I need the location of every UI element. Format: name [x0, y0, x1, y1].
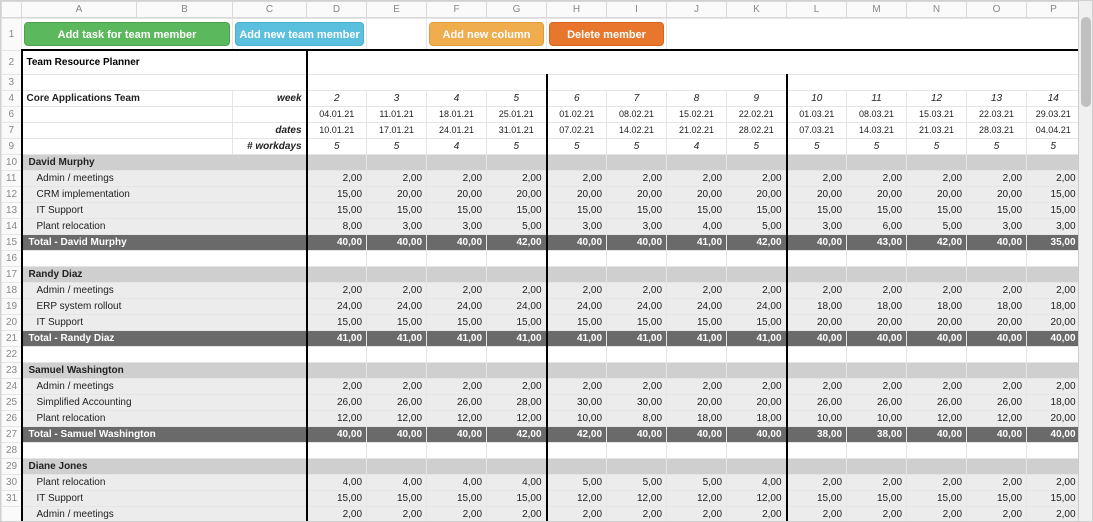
member-total-label: Total - Randy Diaz: [22, 330, 307, 346]
row-header[interactable]: 22: [2, 346, 22, 362]
row-header[interactable]: 3: [2, 74, 22, 90]
row-header[interactable]: 12: [2, 186, 22, 202]
row-header[interactable]: 11: [2, 170, 22, 186]
task-label[interactable]: Plant relocation: [22, 218, 307, 234]
row-header[interactable]: 2: [2, 50, 22, 74]
task-label[interactable]: ERP system rollout: [22, 298, 307, 314]
row-header[interactable]: 7: [2, 122, 22, 138]
row-header[interactable]: 24: [2, 378, 22, 394]
row-header[interactable]: 15: [2, 234, 22, 250]
row-header[interactable]: 9: [2, 138, 22, 154]
column-header-row: ABCDEFGHIJKLMNOP: [1, 1, 1080, 18]
column-header-P[interactable]: P: [1027, 2, 1081, 18]
month-header: January: [307, 74, 547, 90]
row-header[interactable]: 6: [2, 106, 22, 122]
column-header-G[interactable]: G: [487, 2, 547, 18]
vertical-scrollbar[interactable]: [1078, 1, 1092, 521]
row-label: dates: [233, 122, 307, 138]
column-header-I[interactable]: I: [607, 2, 667, 18]
row-header[interactable]: 17: [2, 266, 22, 282]
delete-member-button[interactable]: Delete member: [549, 22, 664, 46]
column-header-H[interactable]: H: [547, 2, 607, 18]
column-header-N[interactable]: N: [907, 2, 967, 18]
column-header-L[interactable]: L: [787, 2, 847, 18]
spreadsheet-window: ABCDEFGHIJKLMNOP 1Add task for team memb…: [0, 0, 1093, 522]
member-total-label: Total - David Murphy: [22, 234, 307, 250]
spreadsheet-grid[interactable]: 1Add task for team memberAdd new team me…: [1, 18, 1080, 522]
row-header[interactable]: 16: [2, 250, 22, 266]
column-header-O[interactable]: O: [967, 2, 1027, 18]
row-header[interactable]: 26: [2, 410, 22, 426]
row-header[interactable]: 14: [2, 218, 22, 234]
column-header-B[interactable]: B: [137, 2, 233, 18]
member-name[interactable]: Samuel Washington: [22, 362, 307, 378]
add-column-button[interactable]: Add new column: [429, 22, 544, 46]
task-label[interactable]: Admin / meetings: [22, 378, 307, 394]
task-label[interactable]: IT Support: [22, 490, 307, 506]
row-header[interactable]: 13: [2, 202, 22, 218]
column-header-J[interactable]: J: [667, 2, 727, 18]
member-name[interactable]: David Murphy: [22, 154, 307, 170]
row-header[interactable]: 4: [2, 90, 22, 106]
task-label[interactable]: Admin / meetings: [22, 506, 307, 522]
task-label[interactable]: Admin / meetings: [22, 282, 307, 298]
month-header: February: [547, 74, 787, 90]
task-label[interactable]: IT Support: [22, 202, 307, 218]
column-header-E[interactable]: E: [367, 2, 427, 18]
month-header: March: [787, 74, 1080, 90]
add-task-button[interactable]: Add task for team member: [24, 22, 230, 46]
scrollbar-thumb[interactable]: [1081, 17, 1091, 107]
member-total-label: Total - Samuel Washington: [22, 426, 307, 442]
row-header[interactable]: 31: [2, 490, 22, 506]
row-header[interactable]: 10: [2, 154, 22, 170]
task-label[interactable]: CRM implementation: [22, 186, 307, 202]
row-header[interactable]: [2, 506, 22, 522]
row-header[interactable]: 25: [2, 394, 22, 410]
row-label: # workdays: [233, 138, 307, 154]
column-header-D[interactable]: D: [307, 2, 367, 18]
column-header-A[interactable]: A: [22, 2, 137, 18]
select-all-cell[interactable]: [2, 2, 22, 18]
row-header[interactable]: 18: [2, 282, 22, 298]
task-label[interactable]: Simplified Accounting: [22, 394, 307, 410]
team-name: Core Applications Team: [22, 90, 233, 106]
row-header[interactable]: 29: [2, 458, 22, 474]
column-header-F[interactable]: F: [427, 2, 487, 18]
task-label[interactable]: Plant relocation: [22, 474, 307, 490]
row-header[interactable]: 21: [2, 330, 22, 346]
task-label[interactable]: Plant relocation: [22, 410, 307, 426]
row-header[interactable]: 28: [2, 442, 22, 458]
row-header[interactable]: 19: [2, 298, 22, 314]
row-header[interactable]: 23: [2, 362, 22, 378]
row-header[interactable]: 1: [2, 19, 22, 51]
member-name[interactable]: Diane Jones: [22, 458, 307, 474]
member-name[interactable]: Randy Diaz: [22, 266, 307, 282]
column-header-C[interactable]: C: [233, 2, 307, 18]
column-header-M[interactable]: M: [847, 2, 907, 18]
task-label[interactable]: IT Support: [22, 314, 307, 330]
column-header-K[interactable]: K: [727, 2, 787, 18]
row-header[interactable]: 20: [2, 314, 22, 330]
row-header[interactable]: 27: [2, 426, 22, 442]
task-label[interactable]: Admin / meetings: [22, 170, 307, 186]
row-label: week: [233, 90, 307, 106]
add-member-button[interactable]: Add new team member: [235, 22, 364, 46]
page-title: Team Resource Planner: [22, 50, 307, 74]
row-header[interactable]: 30: [2, 474, 22, 490]
